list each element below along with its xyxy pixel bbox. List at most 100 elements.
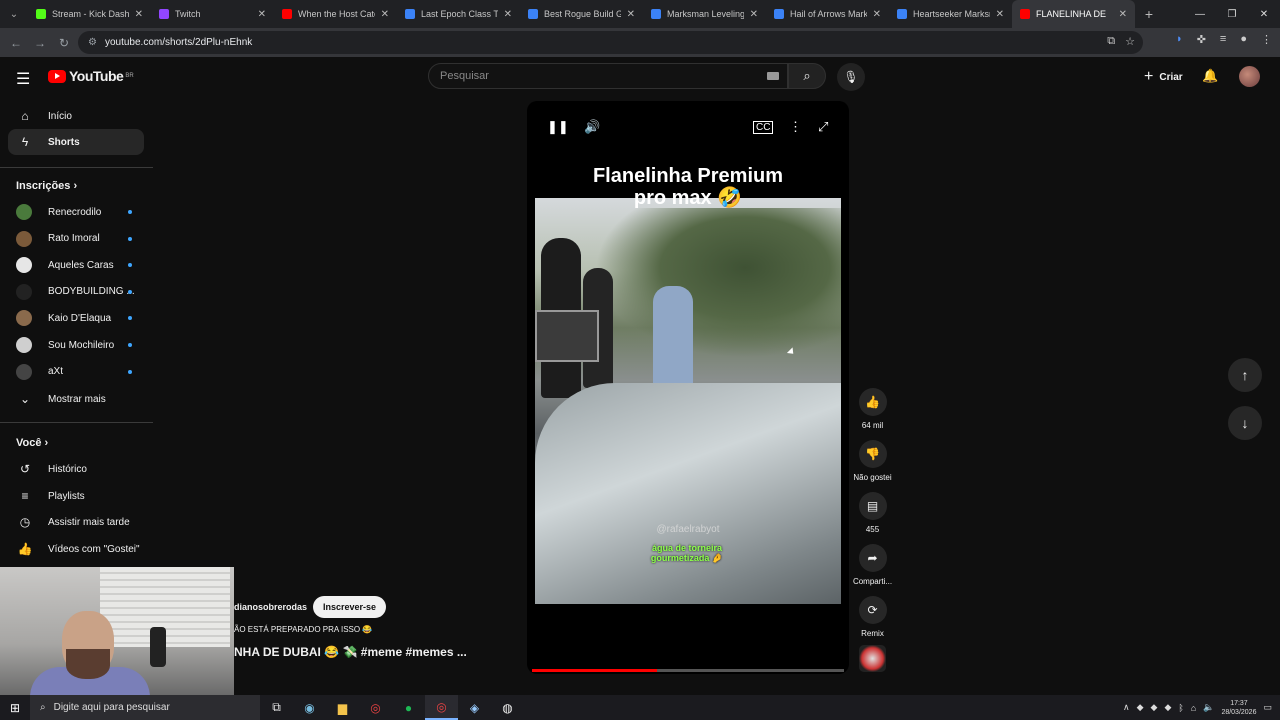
tab-close-icon[interactable]: ✕ bbox=[996, 9, 1004, 20]
reading-list-icon[interactable]: ≡ bbox=[1220, 33, 1226, 46]
tab-close-icon[interactable]: ✕ bbox=[627, 9, 635, 20]
captions-icon[interactable]: CC bbox=[753, 121, 774, 134]
notifications-bell-icon[interactable]: 🔔 bbox=[1202, 68, 1218, 84]
tab-close-icon[interactable]: ✕ bbox=[135, 9, 143, 20]
subscription-item[interactable]: Renecrodilo bbox=[8, 199, 144, 225]
notifications-icon[interactable]: ▭ bbox=[1263, 702, 1272, 713]
browser-tab[interactable]: Marksman Leveling G ✕ bbox=[643, 0, 766, 28]
short-description-line2[interactable]: NHA DE DUBAI 😂 💸 #meme #memes ... bbox=[234, 645, 467, 659]
previous-short-button[interactable]: ↑ bbox=[1228, 358, 1262, 392]
browser-menu-icon[interactable]: ⋮ bbox=[1261, 33, 1272, 46]
search-button[interactable]: ⌕ bbox=[788, 63, 826, 89]
sidebar-item-watch-later[interactable]: ◷ Assistir mais tarde bbox=[8, 509, 144, 535]
remix-button[interactable]: ⟳ Remix bbox=[849, 596, 896, 638]
dislike-button[interactable]: 👎 Não gostei bbox=[849, 440, 896, 482]
windows-start-icon[interactable]: ⊞ bbox=[0, 701, 30, 715]
channel-name[interactable]: dianosobrerodas bbox=[234, 602, 307, 612]
tab-close-icon[interactable]: ✕ bbox=[381, 9, 389, 20]
fullscreen-icon[interactable]: ⤢ bbox=[818, 119, 828, 135]
extensions-puzzle-icon[interactable]: ✜ bbox=[1197, 33, 1206, 46]
steam-icon[interactable]: ◈ bbox=[458, 695, 491, 720]
you-heading[interactable]: Você › bbox=[16, 437, 48, 449]
subscription-item[interactable]: Sou Mochileiro bbox=[8, 332, 144, 358]
tab-close-icon[interactable]: ✕ bbox=[504, 9, 512, 20]
youtube-logo[interactable]: YouTube BR bbox=[48, 68, 134, 84]
browser-tab[interactable]: Best Rogue Build Gu ✕ bbox=[520, 0, 643, 28]
network-icon[interactable]: ⌂ bbox=[1191, 703, 1196, 713]
volume-icon[interactable]: 🔈 bbox=[1203, 702, 1214, 713]
browser-tab[interactable]: FLANELINHA DE ✕ bbox=[1012, 0, 1135, 28]
menu-icon[interactable]: ☰ bbox=[16, 69, 30, 89]
browser-tab[interactable]: Hail of Arrows Marks ✕ bbox=[766, 0, 889, 28]
chrome-icon[interactable]: ◎ bbox=[359, 695, 392, 720]
tray-chevron-icon[interactable]: ∧ bbox=[1123, 702, 1130, 713]
sidebar-item-playlists[interactable]: ≡ Playlists bbox=[8, 483, 144, 509]
pause-icon[interactable]: ❚❚ bbox=[547, 119, 569, 135]
tray-app-icon[interactable]: ◆ bbox=[1164, 702, 1171, 713]
sidebar-item-liked-videos[interactable]: 👍 Vídeos com "Gostei" bbox=[8, 536, 144, 562]
obs-icon[interactable]: ◍ bbox=[491, 695, 524, 720]
tab-close-icon[interactable]: ✕ bbox=[873, 9, 881, 20]
tab-title: Heartseeker Marksm bbox=[913, 9, 990, 19]
profile-icon[interactable]: ● bbox=[1240, 33, 1247, 46]
create-button[interactable]: + Criar bbox=[1136, 65, 1191, 89]
account-avatar[interactable] bbox=[1239, 66, 1260, 87]
bookmark-star-icon[interactable]: ☆ bbox=[1125, 35, 1135, 48]
sidebar-item-home[interactable]: ⌂ Início bbox=[8, 103, 144, 129]
subscription-item[interactable]: BODYBUILDING ... bbox=[8, 279, 144, 305]
back-button[interactable]: ← bbox=[4, 36, 28, 50]
tray-app-icon[interactable]: ◆ bbox=[1137, 702, 1144, 713]
share-button[interactable]: ➦ Comparti... bbox=[849, 544, 896, 586]
tab-search-icon[interactable]: ⌄ bbox=[0, 0, 28, 28]
tab-close-icon[interactable]: ✕ bbox=[258, 9, 266, 20]
task-view-icon[interactable]: ⧉ bbox=[260, 695, 293, 720]
volume-icon[interactable]: 🔊 bbox=[584, 119, 600, 135]
minimize-button[interactable]: — bbox=[1184, 0, 1216, 28]
next-short-button[interactable]: ↓ bbox=[1228, 406, 1262, 440]
show-more-button[interactable]: ⌄ Mostrar mais bbox=[8, 386, 144, 412]
close-window-button[interactable]: ✕ bbox=[1248, 0, 1280, 28]
progress-bar[interactable] bbox=[532, 669, 844, 672]
browser-tab[interactable]: Last Epoch Class Tier ✕ bbox=[397, 0, 520, 28]
subscriptions-heading[interactable]: Inscrições › bbox=[16, 180, 77, 192]
chrome-active-icon[interactable]: ◎ bbox=[425, 695, 458, 720]
forward-button[interactable]: → bbox=[28, 36, 52, 50]
subscription-item[interactable]: Rato Imoral bbox=[8, 226, 144, 252]
url-field[interactable]: ⚙ youtube.com/shorts/2dPlu-nEhnk ⧉ ☆ bbox=[78, 31, 1143, 54]
copilot-icon[interactable]: ◉ bbox=[293, 695, 326, 720]
subscription-item[interactable]: Aqueles Caras bbox=[8, 252, 144, 278]
maximize-button[interactable]: ❐ bbox=[1216, 0, 1248, 28]
subscription-item[interactable]: aXt bbox=[8, 359, 144, 385]
clock[interactable]: 17:37 28/03/2026 bbox=[1221, 699, 1256, 717]
browser-tab[interactable]: Heartseeker Marksm ✕ bbox=[889, 0, 1012, 28]
tray-app-icon[interactable]: ◆ bbox=[1151, 702, 1158, 713]
reload-button[interactable]: ↻ bbox=[52, 36, 76, 50]
comments-button[interactable]: ▤ 455 bbox=[849, 492, 896, 534]
tab-title: Hail of Arrows Marks bbox=[790, 9, 867, 19]
browser-tab[interactable]: Twitch ✕ bbox=[151, 0, 274, 28]
like-button[interactable]: 👍 64 mil bbox=[849, 388, 896, 430]
sidebar-item-shorts[interactable]: ϟ Shorts bbox=[8, 129, 144, 155]
taskbar-search-input[interactable]: ⌕ Digite aqui para pesquisar bbox=[30, 695, 260, 720]
more-options-icon[interactable]: ⋮ bbox=[789, 119, 802, 135]
sound-thumbnail[interactable] bbox=[859, 645, 886, 672]
file-explorer-icon[interactable]: ▆ bbox=[326, 695, 359, 720]
tab-close-icon[interactable]: ✕ bbox=[750, 9, 758, 20]
search-input[interactable]: Pesquisar bbox=[428, 63, 788, 89]
new-tab-button[interactable]: + bbox=[1135, 6, 1163, 22]
extension-icon[interactable]: ◗ bbox=[1176, 33, 1183, 46]
browser-tab[interactable]: Stream - Kick Dashbo ✕ bbox=[28, 0, 151, 28]
site-info-icon[interactable]: ⚙ bbox=[88, 37, 97, 48]
channel-avatar bbox=[16, 283, 32, 300]
browser-tab[interactable]: When the Host Catch ✕ bbox=[274, 0, 397, 28]
voice-search-button[interactable]: 🎙 bbox=[837, 63, 865, 91]
subscription-item[interactable]: Kaio D'Elaqua bbox=[8, 305, 144, 331]
subscribe-button[interactable]: Inscrever-se bbox=[313, 596, 387, 618]
keyboard-icon[interactable] bbox=[767, 72, 779, 80]
shorts-player[interactable]: ❚❚ 🔊 CC ⋮ ⤢ Flanelinha Premium pro max 🤣… bbox=[527, 101, 849, 674]
bluetooth-icon[interactable]: ᛒ bbox=[1178, 703, 1183, 713]
sidebar-item-history[interactable]: ↺ Histórico bbox=[8, 456, 144, 482]
install-app-icon[interactable]: ⧉ bbox=[1107, 35, 1115, 48]
tab-close-icon[interactable]: ✕ bbox=[1119, 9, 1127, 20]
spotify-icon[interactable]: ● bbox=[392, 695, 425, 720]
